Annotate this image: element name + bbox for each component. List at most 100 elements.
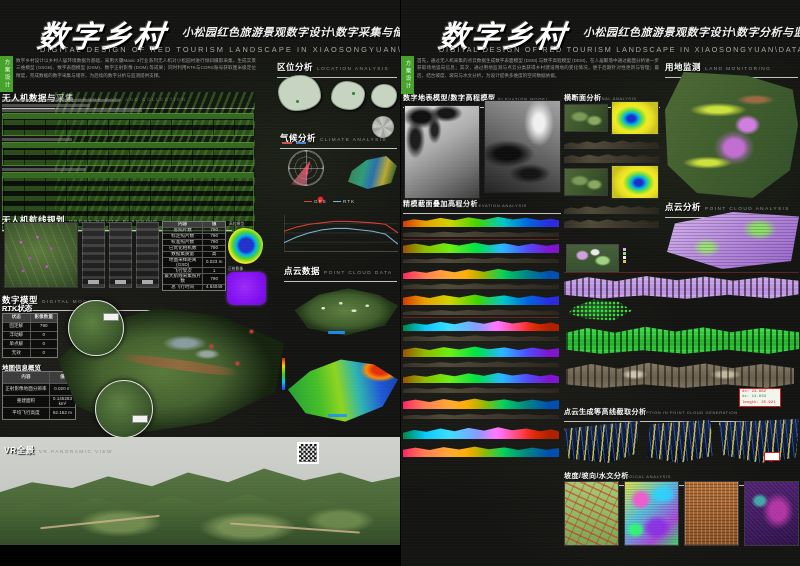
table-row: 无效0 [3, 348, 57, 357]
elevation-mesh-3d [288, 346, 398, 430]
hillshade-map [684, 481, 739, 546]
flight-parameter-table: 内容值总照片数790标定照片数790校准照片数790已优化相机数790数据集质量… [162, 221, 226, 291]
page-title-en: DIGITAL DESIGN OF RED TOURISM LANDSCAPE … [439, 45, 800, 54]
dem-image [484, 100, 561, 193]
measure-tag-blue [328, 331, 345, 334]
province-map-marker [352, 92, 355, 95]
drone-data-table-1 [2, 113, 254, 136]
hydrology-map [744, 481, 799, 546]
gps-legend-dash [304, 201, 312, 203]
table-cell: 浮动解 [3, 332, 30, 340]
slope-map [564, 481, 619, 546]
flight-app-screen-3 [136, 222, 159, 288]
gps-line [284, 221, 398, 232]
table-row: 状态影像数量 [3, 314, 57, 322]
table-cell: 0.145283 km² [49, 396, 75, 407]
table-cell: 总飞行时间 [163, 285, 202, 290]
dem-heatmap [228, 228, 263, 264]
overlay-strip-shadow [403, 282, 559, 289]
bottom-bar [0, 545, 400, 566]
page-subtitle: 小松园红色旅游景观数字设计\数字分析与监测 [583, 24, 800, 40]
gps-rtk-chart [284, 208, 398, 258]
china-map [278, 75, 321, 111]
table-cell: 790 [30, 323, 58, 331]
table-cell: 4.64049 [202, 285, 225, 290]
overlay-strip-shadow [403, 256, 559, 263]
table-cell: 0.023 m [202, 258, 225, 268]
contour-wireframe-2 [647, 418, 713, 463]
dem-label: 高程模型 [229, 222, 244, 227]
table-cell: 平均飞行高度 [3, 408, 49, 419]
map-info-table: 内容值正射影像地面分辨率0.020 m重建面积0.145283 km²平均飞行高… [2, 371, 76, 420]
model-marker [210, 345, 213, 348]
terrain-profile-strip [564, 138, 659, 149]
overlay-strip [403, 370, 559, 383]
county-map [371, 84, 397, 108]
table-cell: 正射影像地面分辨率 [3, 384, 49, 395]
table-cell: 影像数量 [30, 314, 58, 322]
qr-code[interactable] [297, 442, 319, 464]
table-row: 地面采样距离(GSD)0.023 m [163, 257, 225, 268]
overlay-strip [403, 444, 559, 457]
village-point-cloud [288, 276, 398, 338]
overlay-strip-shadow [403, 412, 559, 419]
point-cloud-strip-rgb [566, 360, 794, 389]
flight-app-screen-1 [82, 222, 105, 288]
overlay-strip [403, 424, 559, 439]
flight-app-screen-2 [109, 222, 132, 288]
table-row: 固定解790 [3, 322, 57, 331]
model-marker [236, 362, 239, 365]
gps-chart-legend: GPS RTK [300, 199, 355, 204]
table-row: 单点解0 [3, 339, 57, 348]
table-cell: 固定解 [3, 323, 30, 331]
guide-line [564, 272, 799, 273]
model-marker [250, 330, 253, 333]
table-row: 浮动解0 [3, 331, 57, 340]
poster: 数字乡村 小松园红色旅游景观数字设计\数字采集与储存 DIGITAL DESIG… [0, 0, 800, 566]
cross-section-map-thumb [564, 104, 608, 132]
table-row: 平均飞行高度62.152 m [3, 407, 75, 419]
point-cloud-strip-green [566, 325, 799, 355]
drone-data-table-2 [2, 142, 254, 166]
caption-bar [2, 168, 86, 171]
contour-wireframe-3 [719, 418, 799, 463]
cross-section-heatmap [611, 101, 659, 135]
table-cell: 最大航线采集照片数 [163, 274, 202, 284]
table-cell: 无效 [3, 349, 30, 357]
rtk-line [284, 228, 398, 244]
table-row: 正射影像地面分辨率0.020 m [3, 383, 75, 395]
point-cloud-scatter-green [568, 297, 632, 322]
classification-legend [623, 248, 626, 263]
rtk-legend-dash [333, 201, 341, 203]
terrain-profile-strip [564, 152, 659, 163]
overlay-strip-shadow [403, 230, 559, 237]
terrain-profile-strip [564, 217, 659, 228]
elevation-colorbar [282, 358, 285, 390]
section-point-cloud-data: 点云数据POINT CLOUD DATA [284, 261, 397, 282]
terrain-profile-strip [564, 203, 659, 214]
caption-bar [2, 99, 120, 102]
table-cell: 状态 [3, 314, 30, 322]
section-slope-en: SLOPE/ASPECT/HYDROLOGICAL ANALYSIS [564, 474, 671, 479]
aspect-map [624, 481, 679, 546]
contour-wireframe-1 [564, 418, 640, 463]
table-cell: 地面采样距离(GSD) [163, 258, 202, 268]
classified-point-cloud [667, 212, 799, 269]
section-vr: VR全景VR PANORAMIC VIEW [4, 440, 114, 460]
overlay-strip [403, 292, 559, 305]
overlay-strip-shadow [403, 308, 559, 315]
table-cell: 0 [30, 340, 58, 348]
rtk-status-table: 状态影像数量固定解790浮动解0单点解0无效0 [2, 313, 58, 358]
table-cell: 0 [30, 332, 58, 340]
overlay-strip [403, 266, 559, 279]
china-map-marker [296, 100, 299, 103]
table-row: 重建面积0.145283 km² [3, 395, 75, 407]
province-map [331, 81, 365, 110]
terrain-3d-thumb [348, 156, 397, 189]
route-satellite-map [4, 222, 78, 288]
page-subtitle: 小松园红色旅游景观数字设计\数字采集与储存 [182, 24, 416, 40]
panel-data-analysis: 数字乡村 小松园红色旅游景观数字设计\数字分析与监测 DIGITAL DESIG… [400, 0, 800, 566]
overlay-strip [403, 396, 559, 409]
guide-line [403, 317, 559, 318]
table-cell: 790 [202, 274, 225, 284]
